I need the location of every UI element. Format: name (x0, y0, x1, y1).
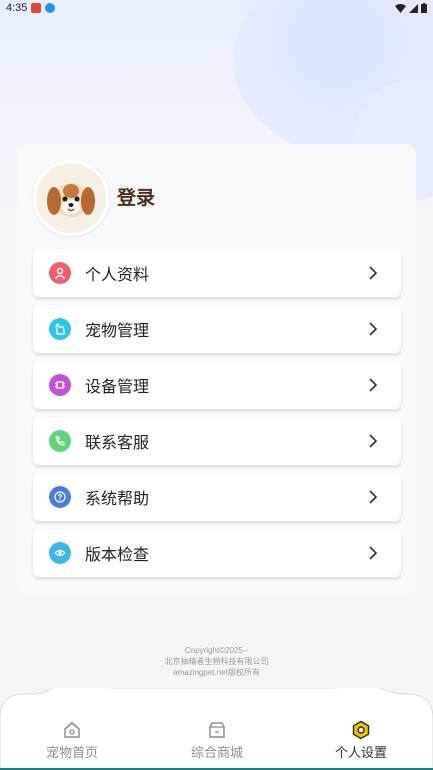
company-name: 北京抽精者生物科技有限公司 (164, 657, 269, 666)
menu-item-devices[interactable]: 设备管理 (33, 361, 401, 409)
user-icon (49, 262, 71, 284)
avatar[interactable] (33, 160, 109, 236)
tab-label: 综合商城 (190, 746, 243, 761)
tab-label: 个人设置 (334, 746, 387, 761)
shop-icon (209, 722, 225, 738)
menu-item-pets[interactable]: 宠物管理 (33, 305, 401, 353)
settings-icon (352, 720, 370, 740)
wifi-icon (395, 3, 406, 13)
tab-settings[interactable]: 个人设置 (301, 720, 421, 761)
help-icon (49, 486, 71, 508)
menu-item-label: 版本检查 (85, 545, 150, 564)
menu-item-label: 宠物管理 (85, 321, 150, 340)
status-time: 4:35 (6, 2, 28, 14)
menu-item-label: 系统帮助 (85, 489, 150, 508)
tab-pet-home[interactable]: 宠物首页 (12, 720, 132, 761)
dog-avatar-icon (47, 183, 95, 217)
chevron-right-icon (369, 490, 378, 504)
chevron-right-icon (369, 378, 378, 392)
chip-icon (49, 374, 71, 396)
eye-icon (49, 542, 71, 564)
copyright-text: Copyright©2025-- 北京抽精者生物科技有限公司 amazingpe… (0, 645, 433, 678)
tab-label: 宠物首页 (45, 746, 98, 761)
menu-item-label: 设备管理 (85, 377, 150, 396)
battery-icon (421, 3, 427, 13)
signal-icon (409, 3, 418, 13)
rights-line: amazingpet.net版权所有 (173, 668, 260, 677)
notification-icon (31, 3, 42, 13)
chevron-right-icon (369, 434, 378, 448)
tab-shop[interactable]: 综合商城 (157, 720, 277, 761)
menu-item-support[interactable]: 联系客服 (33, 417, 401, 465)
menu-item-help[interactable]: 系统帮助 (33, 473, 401, 521)
copyright-line: Copyright©2025-- (184, 646, 249, 655)
menu-item-label: 个人资料 (85, 265, 150, 284)
chevron-right-icon (369, 546, 378, 560)
menu-item-profile[interactable]: 个人资料 (33, 249, 401, 297)
menu-item-version[interactable]: 版本检查 (33, 529, 401, 577)
pet-home-icon (64, 722, 80, 738)
phone-icon (49, 430, 71, 452)
login-button[interactable]: 登录 (117, 183, 155, 210)
status-bar: 4:35 (0, 0, 433, 16)
chevron-right-icon (369, 266, 378, 280)
pet-icon (49, 318, 71, 340)
menu-item-label: 联系客服 (85, 433, 150, 452)
chevron-right-icon (369, 322, 378, 336)
download-icon (45, 3, 56, 13)
